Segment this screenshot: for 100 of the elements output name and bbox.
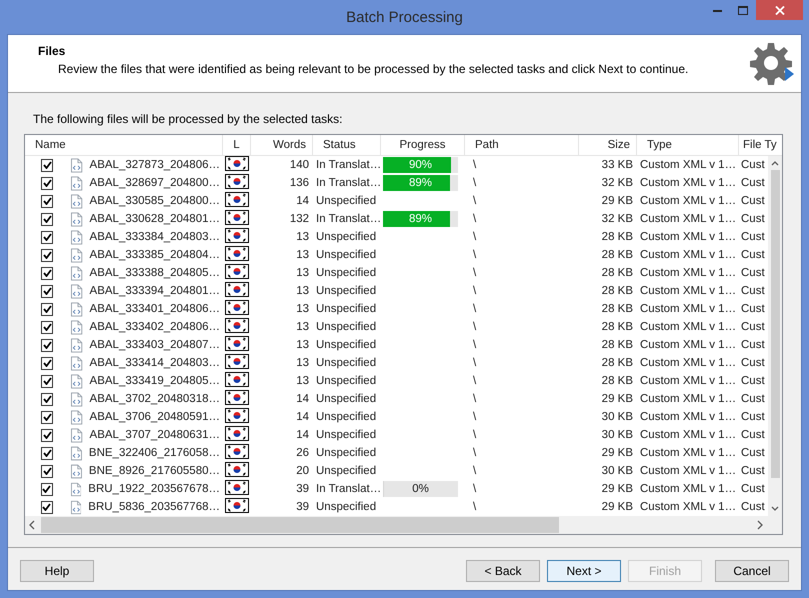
- korean-flag-icon: [225, 444, 249, 459]
- file-type-short: Cust: [741, 411, 765, 423]
- korean-flag-icon: [225, 462, 249, 477]
- path-text: \: [473, 267, 476, 279]
- file-type-short: Cust: [741, 483, 765, 495]
- xml-file-icon: [71, 410, 83, 424]
- file-type: Custom XML v 1…: [640, 267, 736, 279]
- file-type: Custom XML v 1…: [640, 483, 736, 495]
- file-name: BNE_322406_2176058…: [88, 447, 220, 459]
- path-text: \: [473, 411, 476, 423]
- vertical-scrollbar[interactable]: [768, 156, 782, 516]
- checkbox[interactable]: [41, 410, 54, 424]
- path-text: \: [473, 465, 476, 477]
- file-type-short: Cust: [741, 429, 765, 441]
- xml-file-icon: [71, 284, 83, 298]
- path-text: \: [473, 249, 476, 261]
- status-text: In Translat…: [316, 159, 382, 171]
- file-name: ABAL_3702_20480318…: [90, 393, 220, 405]
- checkbox[interactable]: [41, 230, 54, 244]
- file-size: 28 KB: [602, 357, 633, 369]
- checkbox[interactable]: [41, 338, 54, 352]
- checkbox[interactable]: [41, 248, 54, 262]
- word-count: 132: [290, 213, 309, 225]
- file-type-short: Cust: [741, 501, 765, 513]
- file-type-short: Cust: [741, 195, 765, 207]
- path-text: \: [473, 483, 476, 495]
- file-type-short: Cust: [741, 447, 765, 459]
- path-text: \: [473, 177, 476, 189]
- file-type-short: Cust: [741, 249, 765, 261]
- path-text: \: [473, 321, 476, 333]
- column-header[interactable]: Path: [465, 135, 579, 155]
- dialog-button[interactable]: Help: [20, 560, 94, 582]
- checkbox[interactable]: [41, 284, 54, 298]
- column-header[interactable]: Name: [25, 135, 223, 155]
- file-name: ABAL_333385_204804…: [90, 249, 220, 261]
- korean-flag-icon: [225, 426, 249, 441]
- korean-flag-icon: [225, 264, 249, 279]
- file-size: 32 KB: [602, 177, 633, 189]
- checkbox[interactable]: [41, 266, 54, 280]
- word-count: 14: [296, 429, 309, 441]
- column-header[interactable]: Type: [637, 135, 739, 155]
- file-type-short: Cust: [741, 393, 765, 405]
- column-header[interactable]: Status: [313, 135, 381, 155]
- close-button[interactable]: [756, 0, 803, 20]
- page-title: Files: [38, 44, 66, 58]
- checkbox[interactable]: [41, 392, 54, 406]
- scroll-up-icon[interactable]: [771, 160, 779, 166]
- checkbox[interactable]: [41, 374, 54, 388]
- checkbox[interactable]: [41, 176, 54, 190]
- file-type: Custom XML v 1…: [640, 375, 736, 387]
- path-text: \: [473, 357, 476, 369]
- column-header[interactable]: Size: [579, 135, 637, 155]
- checkbox[interactable]: [41, 500, 53, 514]
- korean-flag-icon: [225, 192, 249, 207]
- column-header[interactable]: Progress: [381, 135, 465, 155]
- maximize-icon: [738, 6, 748, 14]
- word-count: 13: [296, 267, 309, 279]
- checkbox[interactable]: [41, 158, 54, 172]
- dialog-button[interactable]: < Back: [466, 560, 540, 582]
- checkbox[interactable]: [41, 212, 54, 226]
- checkbox[interactable]: [41, 482, 53, 496]
- file-type-short: Cust: [741, 465, 765, 477]
- checkbox[interactable]: [41, 356, 54, 370]
- xml-file-icon: [70, 482, 82, 496]
- korean-flag-icon: [225, 372, 249, 387]
- page-description: Review the files that were identified as being relevant to be processed by the selected tasks and click Next to continue.: [57, 62, 688, 76]
- checkbox[interactable]: [41, 428, 54, 442]
- korean-flag-icon: [225, 246, 249, 261]
- checkbox[interactable]: [41, 194, 54, 208]
- file-type-short: Cust: [741, 213, 765, 225]
- xml-file-icon: [71, 158, 83, 172]
- korean-flag-icon: [225, 408, 249, 423]
- status-text: In Translat…: [316, 483, 382, 495]
- file-name: ABAL_330585_204800…: [90, 195, 220, 207]
- checkbox[interactable]: [41, 446, 53, 460]
- xml-file-icon: [71, 464, 82, 478]
- dialog-button[interactable]: Next >: [547, 560, 621, 582]
- status-text: Unspecified: [316, 321, 376, 333]
- word-count: 14: [296, 411, 309, 423]
- file-type-short: Cust: [741, 375, 765, 387]
- status-text: Unspecified: [316, 303, 376, 315]
- dialog-button[interactable]: Cancel: [715, 560, 789, 582]
- checkbox[interactable]: [41, 320, 54, 334]
- word-count: 39: [296, 483, 309, 495]
- file-size: 28 KB: [602, 249, 633, 261]
- checkbox[interactable]: [41, 464, 53, 478]
- column-header[interactable]: L: [223, 135, 251, 155]
- column-header[interactable]: File Ty: [739, 135, 782, 155]
- xml-file-icon: [71, 356, 83, 370]
- path-text: \: [473, 375, 476, 387]
- status-text: Unspecified: [316, 249, 376, 261]
- korean-flag-icon: [225, 210, 249, 225]
- checkbox[interactable]: [41, 302, 54, 316]
- file-size: 30 KB: [602, 411, 633, 423]
- column-header[interactable]: Words: [251, 135, 313, 155]
- file-type: Custom XML v 1…: [640, 501, 736, 513]
- scroll-down-icon[interactable]: [771, 506, 779, 512]
- horizontal-scrollbar[interactable]: [25, 516, 782, 534]
- file-name: BNE_8926_217605580…: [88, 465, 220, 477]
- status-text: Unspecified: [316, 195, 376, 207]
